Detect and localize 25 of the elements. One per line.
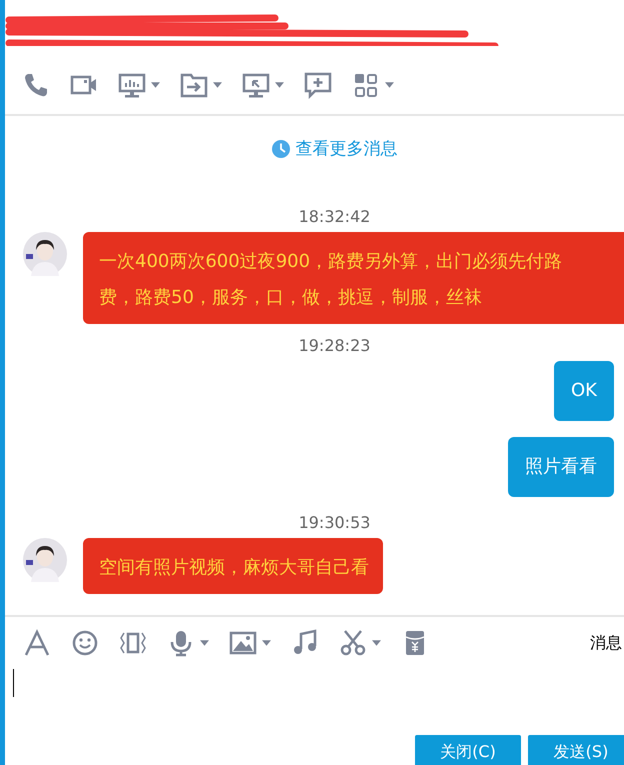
history-link[interactable]: 消息 — [590, 632, 622, 654]
message-bubble: 照片看看 — [508, 437, 614, 497]
caret-icon[interactable] — [213, 82, 222, 88]
caret-icon[interactable] — [275, 82, 284, 88]
action-button[interactable]: 关闭(C) — [415, 735, 521, 765]
caret-icon[interactable] — [262, 640, 271, 646]
caret-icon[interactable] — [151, 82, 160, 88]
caret-icon[interactable] — [200, 640, 209, 646]
scissors-icon[interactable] — [339, 629, 367, 657]
message-bubble: 一次400两次600过夜900，路费另外算，出门必须先付路费，路费50，服务，口，做，挑逗，制服，丝袜 — [83, 232, 624, 324]
timestamp: 19:28:23 — [298, 336, 372, 355]
image-icon[interactable] — [229, 629, 257, 657]
caret-icon[interactable] — [385, 82, 394, 88]
caret-icon[interactable] — [372, 640, 381, 646]
more-messages-link[interactable]: 查看更多消息 — [296, 137, 398, 160]
smiley-icon[interactable] — [71, 629, 99, 657]
music-note-icon[interactable] — [291, 629, 319, 657]
clock-icon — [272, 140, 290, 158]
message-bubble: OK — [554, 361, 614, 421]
speech-plus-icon[interactable] — [304, 70, 332, 98]
timestamp: 18:32:42 — [298, 207, 372, 226]
message-bubble: 空间有照片视频，麻烦大哥自己看 — [83, 538, 383, 594]
timestamp: 19:30:53 — [298, 513, 372, 532]
action-button[interactable]: 发送(S) — [528, 735, 624, 765]
letter-icon[interactable] — [23, 629, 51, 657]
